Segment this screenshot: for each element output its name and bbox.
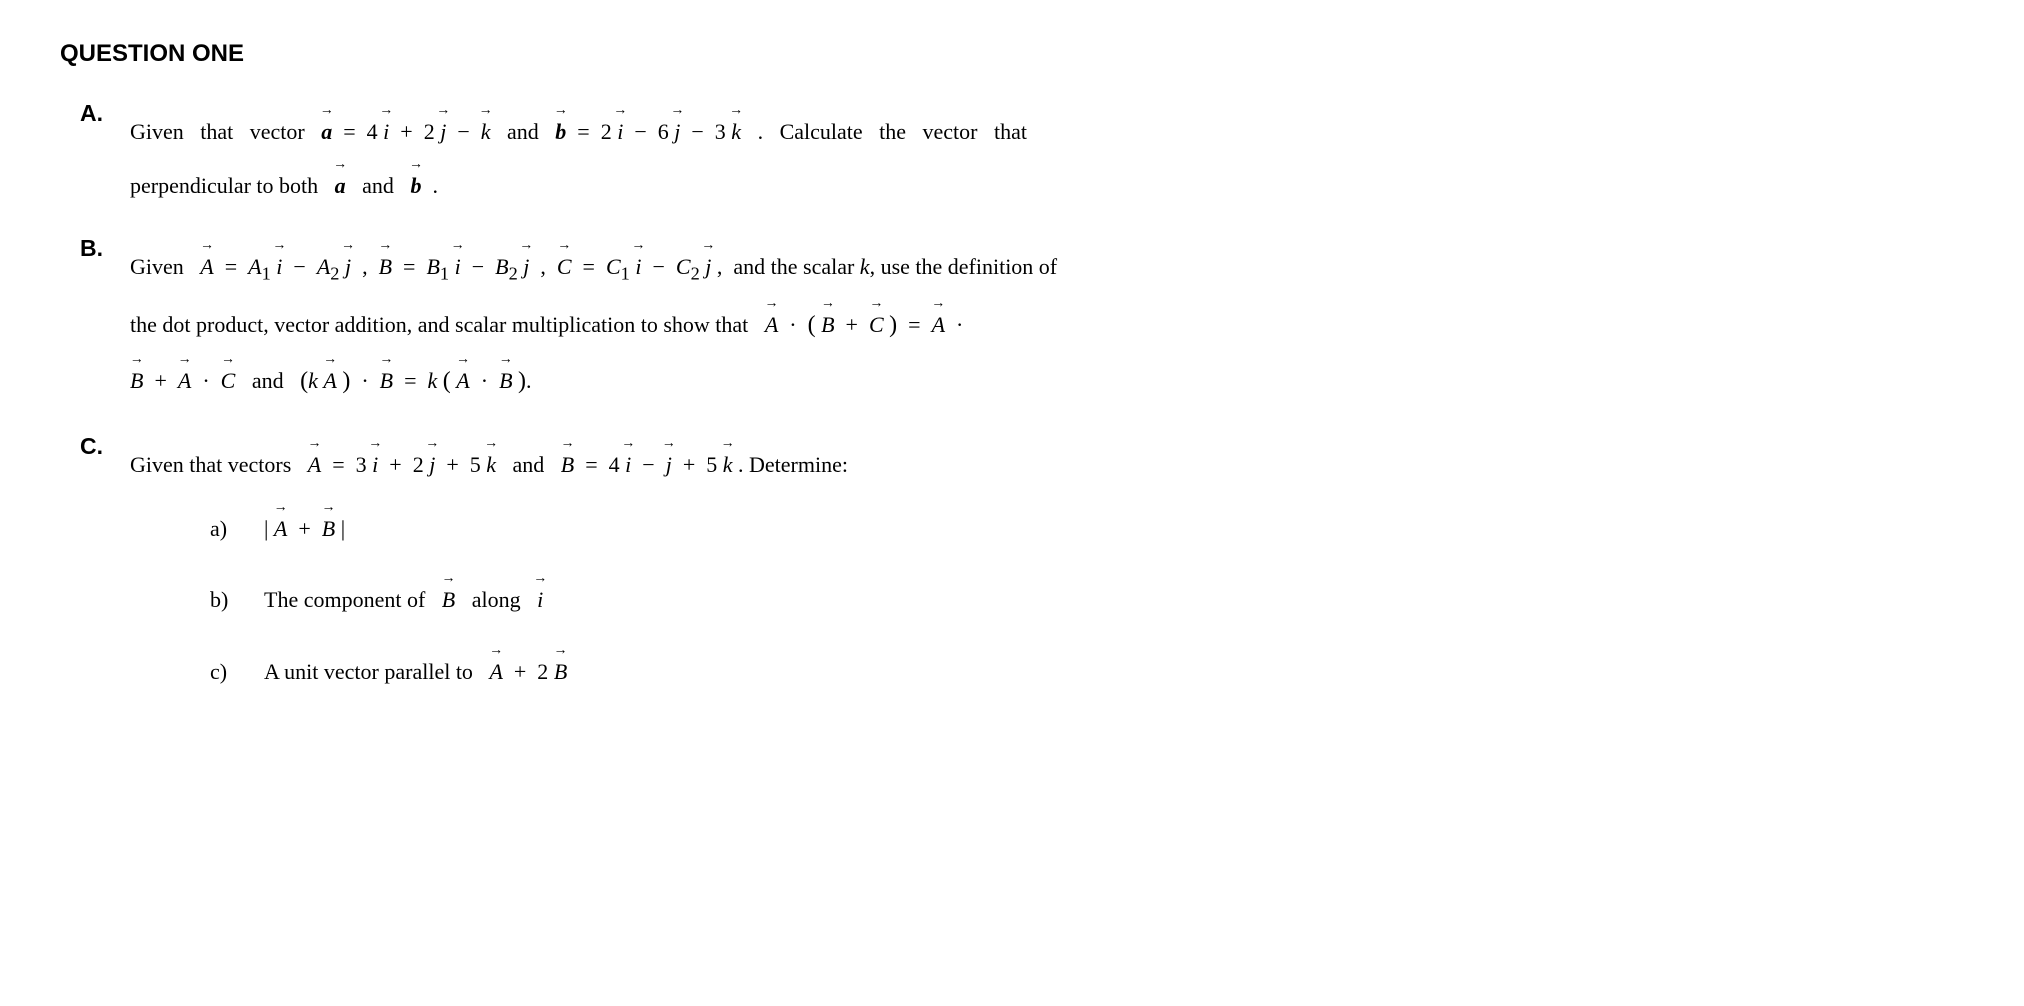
subpart-b-label: b)	[210, 580, 250, 620]
subpart-c-content: A unit vector parallel to → A + 2 → B	[264, 638, 567, 692]
question-title: QUESTION ONE	[60, 40, 1964, 68]
part-C-label: C.	[80, 431, 130, 460]
part-B-line3: → B + → A · → C and (k	[130, 368, 532, 393]
part-B: B. Given → A = A1 → i − A2	[80, 233, 1964, 403]
part-A-label: A.	[80, 98, 130, 127]
subpart-c: c) A unit vector parallel to → A + 2 → B	[210, 638, 1964, 692]
part-B-label: B.	[80, 233, 130, 262]
subpart-a: a) | → A + → B |	[210, 495, 1964, 549]
subpart-b: b) The component of → B along → i	[210, 566, 1964, 620]
part-C: C. Given that vectors → A = 3 → i + 2	[80, 431, 1964, 709]
part-C-subparts: a) | → A + → B |	[130, 495, 1964, 692]
part-B-line2: the dot product, vector addition, and sc…	[130, 312, 963, 337]
part-A-line2: perpendicular to both → a and → b .	[130, 173, 438, 198]
page-container: QUESTION ONE A. Given that vector → a	[60, 40, 1964, 709]
part-A: A. Given that vector → a = 4 →	[80, 98, 1964, 205]
part-C-intro: Given that vectors → A = 3 → i + 2 → j	[130, 452, 848, 477]
subpart-b-content: The component of → B along → i	[264, 566, 543, 620]
part-B-line1: Given → A = A1 → i − A2 → j	[130, 254, 1057, 279]
part-C-content: Given that vectors → A = 3 → i + 2 → j	[130, 431, 1964, 709]
subpart-a-content: | → A + → B |	[264, 495, 345, 549]
question-body: A. Given that vector → a = 4 →	[60, 98, 1964, 709]
part-B-content: Given → A = A1 → i − A2 → j	[130, 233, 1964, 403]
subpart-a-label: a)	[210, 509, 250, 549]
part-A-content: Given that vector → a = 4 → i + 2	[130, 98, 1964, 205]
subpart-c-label: c)	[210, 652, 250, 692]
part-A-text: Given that vector → a = 4 → i + 2	[130, 119, 1027, 144]
